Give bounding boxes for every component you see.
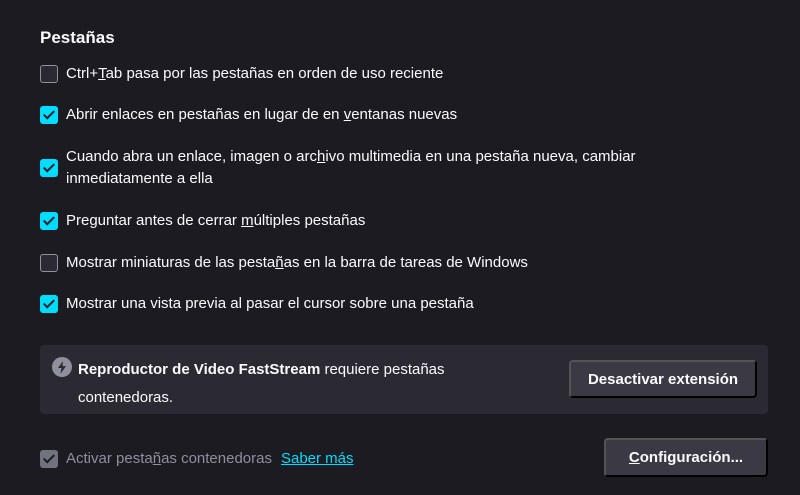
checkbox-container-tabs	[40, 450, 58, 468]
option-label: Mostrar miniaturas de las pestañas en la…	[66, 254, 528, 271]
checkbox-open-links-in-tabs[interactable]	[40, 106, 58, 124]
extension-name: Reproductor de Video FastStream	[78, 361, 321, 378]
notice-text: Reproductor de Video FastStream requiere…	[78, 356, 558, 412]
option-warn-close-multiple[interactable]: Preguntar antes de cerrar múltiples pest…	[40, 210, 780, 232]
checkbox-hover-preview[interactable]	[40, 295, 58, 313]
option-open-links-in-tabs[interactable]: Abrir enlaces en pestañas en lugar de en…	[40, 104, 780, 126]
checkbox-switch-to-new-tab[interactable]	[40, 159, 58, 177]
lightning-bolt-glyph	[58, 360, 66, 374]
tabs-settings-panel: Pestañas Ctrl+Tab pasa por las pestañas …	[0, 0, 800, 495]
container-tabs-label: Activar pestañas contenedoras	[66, 450, 272, 467]
option-label: Cuando abra un enlace, imagen o archivo …	[66, 148, 636, 187]
option-label: Ctrl+Tab pasa por las pestañas en orden …	[66, 65, 444, 82]
notice-text-rest: requiere pestañas	[320, 361, 445, 378]
checkbox-ctrl-tab[interactable]	[40, 65, 58, 83]
option-taskbar-previews[interactable]: Mostrar miniaturas de las pestañas en la…	[40, 252, 780, 274]
container-settings-button[interactable]: Configuración...	[604, 438, 768, 477]
checkbox-taskbar-previews[interactable]	[40, 254, 58, 272]
deactivate-extension-button[interactable]: Desactivar extensión	[569, 360, 757, 398]
option-label-line2: inmediatamente a ella	[66, 170, 213, 187]
notice-text-line2: contenedoras.	[78, 389, 174, 406]
option-hover-preview[interactable]: Mostrar una vista previa al pasar el cur…	[40, 293, 780, 315]
option-label: Mostrar una vista previa al pasar el cur…	[66, 295, 474, 312]
option-label: Abrir enlaces en pestañas en lugar de en…	[66, 106, 458, 123]
option-switch-to-new-tab[interactable]: Cuando abra un enlace, imagen o archivo …	[40, 146, 780, 190]
option-ctrl-tab[interactable]: Ctrl+Tab pasa por las pestañas en orden …	[40, 63, 780, 85]
checkbox-warn-close-multiple[interactable]	[40, 212, 58, 230]
option-label: Preguntar antes de cerrar múltiples pest…	[66, 212, 366, 229]
container-tabs-row: Activar pestañas contenedoras Saber más	[40, 448, 354, 470]
learn-more-link[interactable]: Saber más	[281, 448, 354, 470]
section-title: Pestañas	[40, 28, 115, 47]
lightning-bolt-icon	[52, 357, 72, 377]
